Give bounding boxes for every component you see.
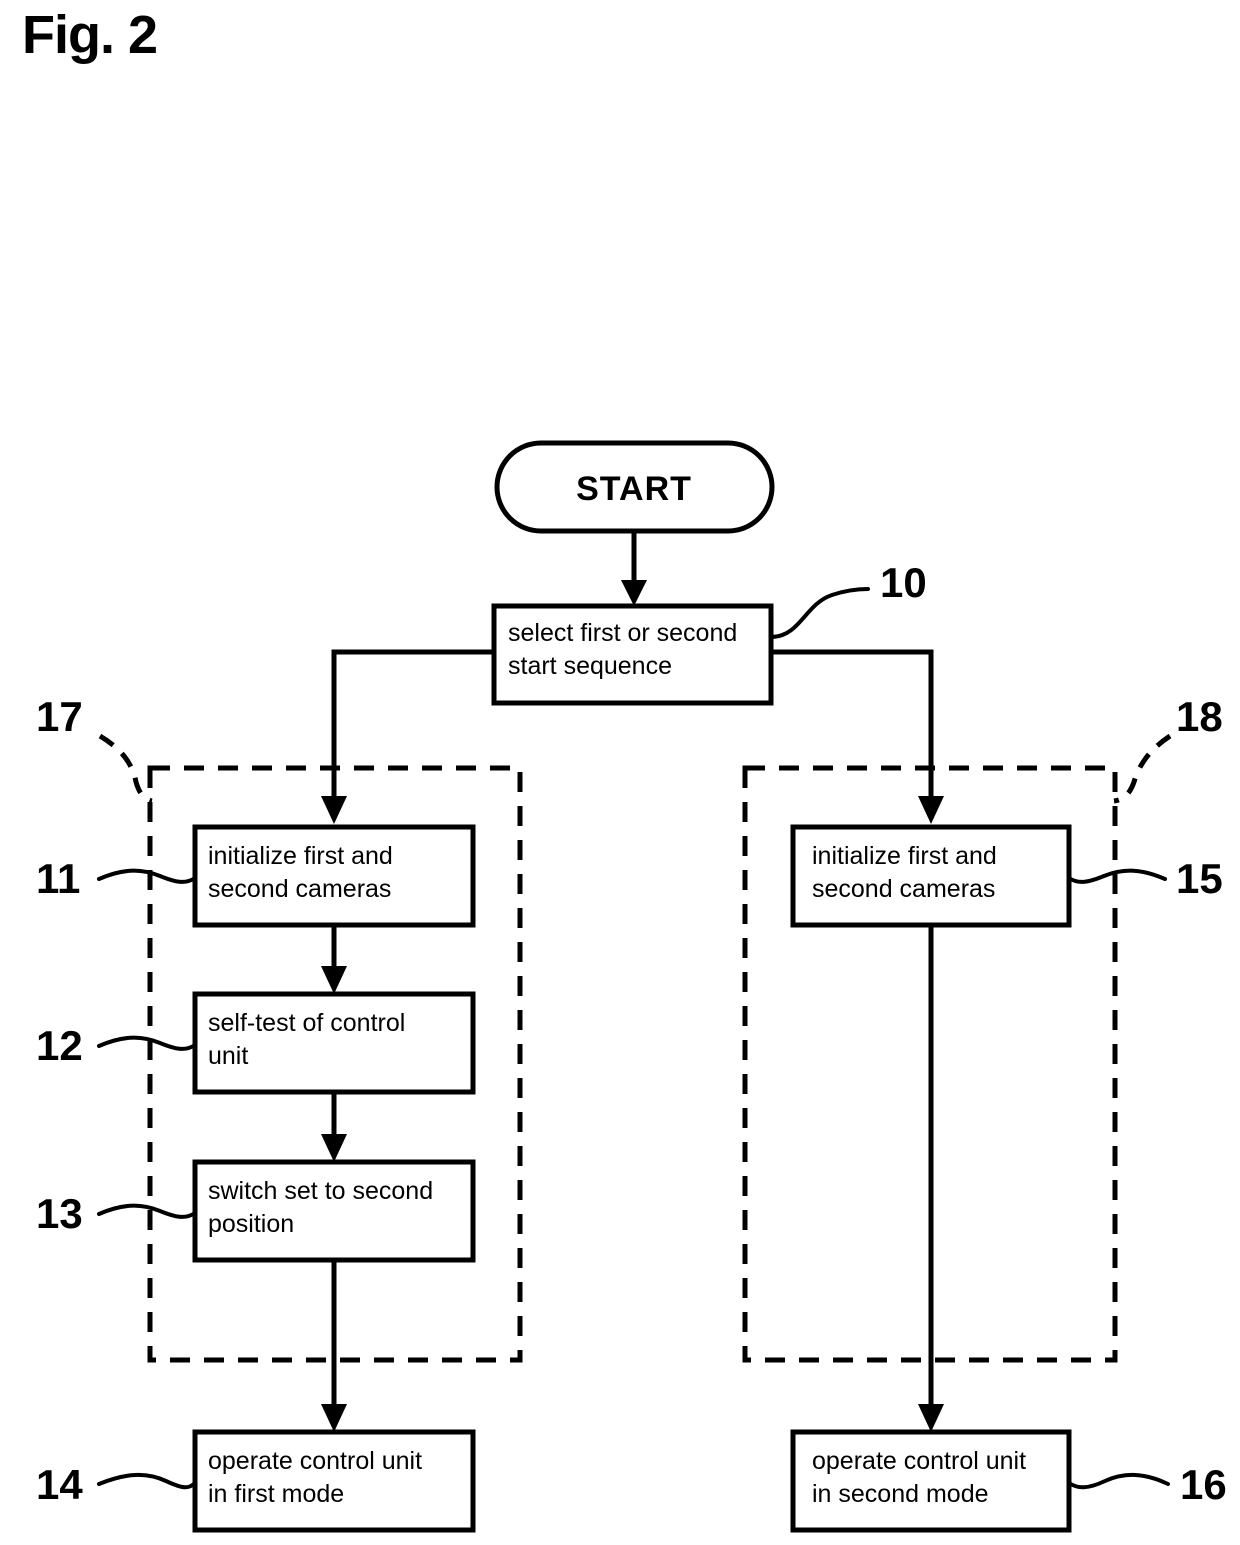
arrowhead-right-branch (918, 796, 944, 824)
arrowhead-start-to-select (621, 580, 647, 606)
node-switch-second-position-line1: switch set to second (208, 1177, 433, 1205)
ref-numeral-18: 18 (1176, 693, 1223, 740)
figure-root: Fig. 2 START select first or second star… (0, 0, 1240, 1545)
ref-numeral-14: 14 (36, 1461, 83, 1508)
ref-numeral-13: 13 (36, 1190, 83, 1237)
leader-line-14 (97, 1472, 197, 1490)
node-operate-second-mode-line1: operate control unit (812, 1447, 1026, 1475)
ref-numeral-16: 16 (1180, 1461, 1227, 1508)
node-select-start-sequence-line2: start sequence (508, 652, 672, 680)
connector-select-to-left-branch (331, 649, 494, 806)
leader-line-11 (97, 868, 197, 884)
node-operate-first-mode-line2: in first mode (208, 1480, 344, 1508)
ref-numeral-15: 15 (1176, 855, 1223, 902)
leader-line-10 (769, 587, 870, 639)
leader-line-17 (98, 733, 153, 804)
node-select-start-sequence-line1: select first or second (508, 619, 737, 647)
node-self-test-control-unit-line1: self-test of control (208, 1009, 405, 1037)
arrowhead-left-branch (321, 796, 347, 824)
node-self-test-control-unit-line2: unit (208, 1042, 248, 1070)
node-initialize-cameras-first-line2: second cameras (208, 875, 391, 903)
ref-numeral-17: 17 (36, 693, 83, 740)
leader-line-18 (1113, 733, 1172, 804)
leader-line-12 (97, 1035, 197, 1051)
node-switch-second-position-line2: position (208, 1210, 294, 1238)
start-node-label: START (576, 470, 692, 508)
flowchart-diagram: START select first or second start seque… (36, 440, 1227, 1533)
leader-line-13 (97, 1203, 197, 1219)
ref-numeral-11: 11 (36, 855, 80, 902)
ref-numeral-12: 12 (36, 1022, 83, 1069)
node-initialize-cameras-first-line1: initialize first and (208, 842, 393, 870)
node-operate-second-mode-line2: in second mode (812, 1480, 989, 1508)
node-initialize-cameras-second-line2: second cameras (812, 875, 995, 903)
node-operate-first-mode-line1: operate control unit (208, 1447, 422, 1475)
connector-select-to-right-branch (771, 649, 934, 806)
node-initialize-cameras-second-line1: initialize first and (812, 842, 997, 870)
arrowhead-13-to-14 (321, 1404, 347, 1432)
arrowhead-15-to-16 (918, 1404, 944, 1432)
arrowhead-12-to-13 (321, 1134, 347, 1162)
leader-line-16 (1067, 1472, 1170, 1490)
ref-numeral-10: 10 (880, 559, 927, 606)
arrowhead-11-to-12 (321, 966, 347, 994)
